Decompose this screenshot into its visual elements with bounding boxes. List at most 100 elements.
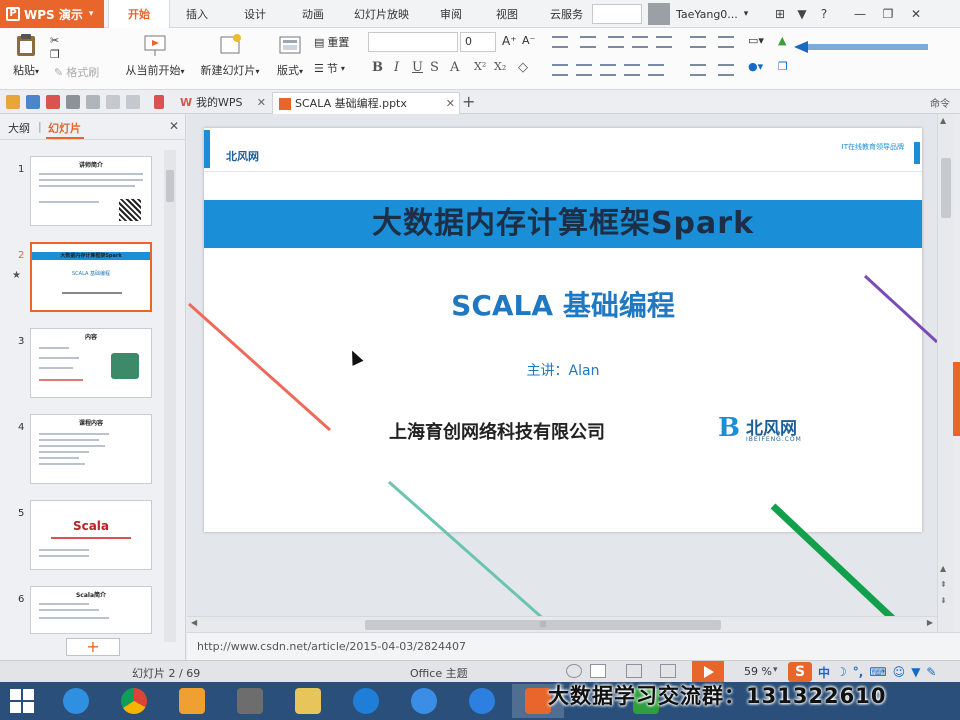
app-menu-button[interactable]: P WPS 演示 ▾ bbox=[0, 0, 104, 28]
taskbar-explorer[interactable] bbox=[282, 684, 334, 718]
user-icon[interactable]: ☺ bbox=[893, 665, 906, 679]
close-icon[interactable]: ✕ bbox=[169, 119, 179, 133]
scroll-right-icon[interactable]: ▶ bbox=[927, 618, 933, 627]
new-slide-button[interactable]: 新建幻灯片▾ bbox=[196, 32, 264, 78]
taskbar-ie[interactable] bbox=[50, 684, 102, 718]
increase-indent-icon[interactable] bbox=[632, 36, 648, 48]
close-icon[interactable]: ✕ bbox=[906, 4, 926, 24]
numbering-icon[interactable] bbox=[580, 36, 596, 48]
taskbar-chrome[interactable] bbox=[108, 684, 160, 718]
line-spacing-icon[interactable] bbox=[656, 36, 672, 48]
slide-thumbnail[interactable]: 内容 bbox=[30, 328, 152, 398]
taskbar-note[interactable] bbox=[456, 684, 508, 718]
align-text-icon[interactable] bbox=[690, 64, 706, 76]
scrollbar-thumb[interactable] bbox=[941, 158, 951, 218]
paste-button[interactable]: 粘贴▾ bbox=[6, 32, 46, 78]
search-input[interactable] bbox=[592, 4, 642, 24]
shadow-icon[interactable]: S bbox=[430, 60, 439, 75]
windows-start-icon[interactable] bbox=[10, 689, 34, 713]
underline-icon[interactable]: U bbox=[412, 60, 423, 75]
taskbar-app[interactable] bbox=[166, 684, 218, 718]
copy-icon[interactable]: ❐ bbox=[50, 48, 60, 61]
font-name-select[interactable] bbox=[368, 32, 458, 52]
text-direction-icon[interactable] bbox=[690, 36, 706, 48]
prev-slide-icon[interactable]: ⇞ bbox=[940, 580, 947, 589]
open-folder-icon[interactable] bbox=[6, 95, 20, 109]
tab-outline[interactable]: 大纲 bbox=[8, 120, 30, 136]
next-slide-icon[interactable]: ⇟ bbox=[940, 596, 947, 605]
italic-icon[interactable]: I bbox=[394, 60, 399, 75]
tab-home[interactable]: 开始 bbox=[108, 0, 170, 28]
print-preview-icon[interactable] bbox=[86, 95, 100, 109]
tool-icon[interactable]: ✎ bbox=[926, 665, 936, 679]
slide-thumbnail[interactable]: Scala bbox=[30, 500, 152, 570]
taskbar-cloud[interactable] bbox=[398, 684, 450, 718]
textbox-icon[interactable]: ▭▾ bbox=[748, 34, 764, 47]
print-icon[interactable] bbox=[66, 95, 80, 109]
subscript-icon[interactable]: X₂ bbox=[494, 60, 506, 73]
distribute-icon[interactable] bbox=[648, 64, 664, 76]
customize-icon[interactable] bbox=[154, 95, 164, 109]
clear-format-icon[interactable]: ◇ bbox=[518, 60, 528, 75]
new-tab-icon[interactable]: + bbox=[462, 92, 475, 111]
grow-font-icon[interactable]: A⁺ bbox=[502, 34, 517, 48]
notes-text[interactable]: http://www.csdn.net/article/2015-04-03/2… bbox=[197, 640, 466, 653]
shapes-icon[interactable]: ●▾ bbox=[748, 60, 763, 73]
section-button[interactable]: ☰ 节 ▾ bbox=[314, 60, 345, 76]
decrease-indent-icon[interactable] bbox=[608, 36, 624, 48]
punctuation-icon[interactable]: °, bbox=[853, 665, 864, 679]
thumbnail-scrollbar[interactable] bbox=[164, 150, 176, 642]
scroll-up-icon[interactable]: ▲ bbox=[940, 564, 946, 573]
tab-animation[interactable]: 动画 bbox=[302, 0, 324, 28]
scrollbar-thumb[interactable]: ||| bbox=[365, 620, 721, 630]
cut-icon[interactable]: ✂ bbox=[50, 34, 59, 47]
picture-icon[interactable]: ▲ bbox=[778, 34, 786, 47]
horizontal-scrollbar[interactable]: ◀ ||| ▶ bbox=[187, 616, 937, 632]
tab-scala-pptx[interactable]: SCALA 基础编程.pptx ✕ bbox=[272, 92, 460, 114]
tab-review[interactable]: 审阅 bbox=[440, 0, 462, 28]
smart-art-icon[interactable] bbox=[718, 64, 734, 76]
note-view-icon[interactable] bbox=[566, 664, 582, 678]
help-icon[interactable]: ? bbox=[814, 4, 834, 24]
ime-mode[interactable]: 中 bbox=[818, 664, 830, 681]
bold-icon[interactable]: B bbox=[372, 60, 383, 75]
command-label[interactable]: 命令 bbox=[930, 95, 950, 110]
format-painter-button[interactable]: ✎ 格式刷 bbox=[54, 64, 99, 80]
taskbar-media[interactable] bbox=[224, 684, 276, 718]
scroll-up-icon[interactable]: ▲ bbox=[940, 116, 946, 125]
reset-button[interactable]: ▤ 重置 bbox=[314, 34, 349, 50]
shirt-icon[interactable]: ▼ bbox=[792, 4, 812, 24]
align-left-icon[interactable] bbox=[552, 64, 568, 76]
tab-my-wps[interactable]: W 我的WPS ✕ bbox=[174, 92, 270, 114]
undo-icon[interactable] bbox=[106, 95, 120, 109]
scrollbar-thumb[interactable] bbox=[166, 170, 174, 202]
slide-thumbnail-selected[interactable]: 大数据内存计算框架Spark SCALA 基础编程 bbox=[30, 242, 152, 312]
superscript-icon[interactable]: X² bbox=[474, 60, 486, 73]
taskbar-player[interactable] bbox=[340, 684, 392, 718]
add-slide-button[interactable]: + bbox=[66, 638, 120, 656]
columns-icon[interactable] bbox=[718, 36, 734, 48]
sorter-view-icon[interactable] bbox=[626, 664, 642, 678]
tab-design[interactable]: 设计 bbox=[244, 0, 266, 28]
save-icon[interactable] bbox=[26, 95, 40, 109]
normal-view-icon[interactable] bbox=[590, 664, 606, 678]
slide-thumbnail[interactable]: 讲师简介 bbox=[30, 156, 152, 226]
sogou-ime-icon[interactable]: S bbox=[788, 662, 812, 682]
slide-thumbnail[interactable]: Scala简介 bbox=[30, 586, 152, 634]
chevron-down-icon[interactable]: ▾ bbox=[773, 665, 778, 675]
layout-button[interactable]: 版式▾ bbox=[272, 32, 308, 78]
align-center-icon[interactable] bbox=[576, 64, 592, 76]
close-icon[interactable]: ✕ bbox=[257, 92, 266, 114]
skin-icon[interactable]: ▼ bbox=[911, 665, 920, 679]
reading-view-icon[interactable] bbox=[660, 664, 676, 678]
shrink-font-icon[interactable]: A⁻ bbox=[522, 34, 535, 47]
tab-insert[interactable]: 插入 bbox=[186, 0, 208, 28]
from-current-button[interactable]: 从当前开始▾ bbox=[120, 32, 190, 78]
vertical-scrollbar[interactable]: ▲ ▲ ⇞ ⇟ bbox=[937, 114, 953, 632]
skin-icon[interactable]: ⊞ bbox=[770, 4, 790, 24]
tab-cloud[interactable]: 云服务 bbox=[550, 0, 583, 28]
slide-thumbnail[interactable]: 课程内容 bbox=[30, 414, 152, 484]
tab-slides[interactable]: 幻灯片 bbox=[48, 120, 81, 136]
font-color-icon[interactable]: A bbox=[450, 60, 459, 75]
align-right-icon[interactable] bbox=[600, 64, 616, 76]
